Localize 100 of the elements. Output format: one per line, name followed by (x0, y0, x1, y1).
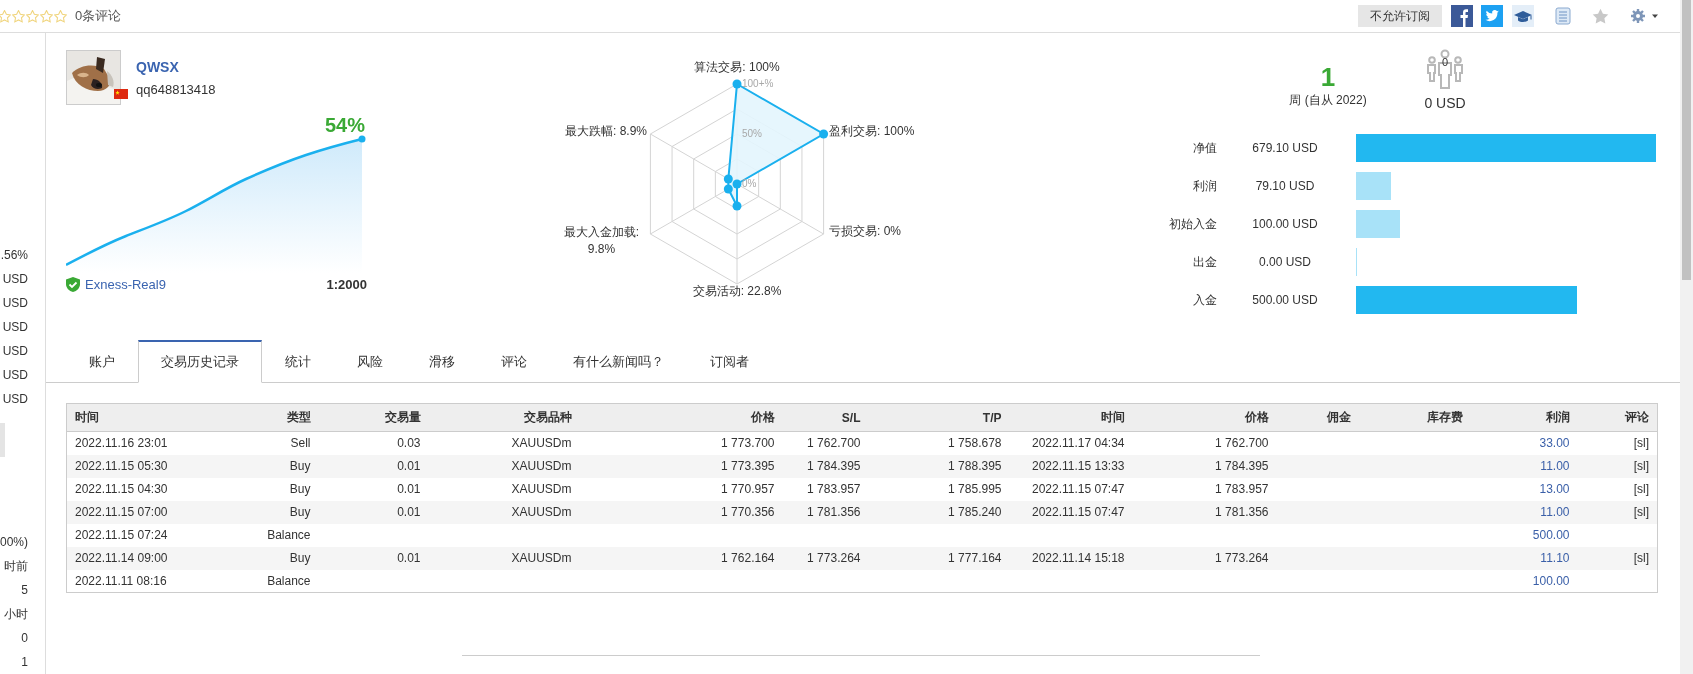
review-count[interactable]: 0条评论 (75, 7, 122, 25)
table-cell: 1 770.957 (579, 477, 783, 501)
tab[interactable]: 风险 (334, 340, 406, 383)
sidebar-value: 00%) (0, 534, 28, 551)
table-cell: 1 773.700 (579, 431, 783, 455)
sidebar-value: USD (1, 319, 28, 336)
table-cell: Buy (200, 454, 319, 478)
table-cell: 1 788.395 (868, 454, 1010, 478)
table-cell: 1 785.995 (868, 477, 1010, 501)
column-header: 价格 (579, 403, 783, 432)
table-cell: 2022.11.15 13:33 (1009, 454, 1133, 478)
weeks-count: 1 (1320, 62, 1336, 92)
table-cell: 11.00 (1470, 500, 1578, 524)
table-cell: 2022.11.15 07:47 (1009, 477, 1133, 501)
table-cell: 1 784.395 (782, 454, 869, 478)
table-cell: [sl] (1577, 431, 1658, 455)
table-cell: 2022.11.15 07:24 (66, 523, 201, 547)
tab[interactable]: 评论 (478, 340, 550, 383)
balance-label: 出金 (1192, 253, 1217, 271)
column-header: 利润 (1470, 403, 1578, 432)
balance-label: 初始入金 (1168, 215, 1217, 233)
table-cell: [sl] (1577, 546, 1658, 570)
scrollbar[interactable] (1680, 0, 1693, 674)
column-header: T/P (868, 403, 1010, 432)
tab[interactable]: 订阅者 (687, 340, 772, 383)
trader-name[interactable]: QWSX (136, 58, 179, 76)
funds-amount: 0 USD (1423, 95, 1467, 111)
tick-label: 50% (742, 127, 762, 141)
balance-value: 0.00 USD (1258, 255, 1312, 269)
column-header: 交易品种 (428, 403, 580, 432)
table-cell: 0.01 (318, 477, 429, 501)
star-icon (12, 9, 25, 23)
table-cell: XAUUSDm (428, 477, 580, 501)
scrollbar-thumb[interactable] (1682, 0, 1691, 280)
table-cell: 0.03 (318, 431, 429, 455)
table-cell: 0.01 (318, 546, 429, 570)
column-header: 时间 (1009, 403, 1133, 432)
tab[interactable]: 有什么新闻吗？ (550, 340, 687, 383)
table-cell: 1 758.678 (868, 431, 1010, 455)
table-cell: XAUUSDm (428, 546, 580, 570)
table-cell: 2022.11.14 09:00 (66, 546, 201, 570)
subscribe-button[interactable]: 不允许订阅 (1358, 5, 1442, 27)
star-icon (40, 9, 53, 23)
graduation-cap-icon[interactable] (1512, 5, 1534, 27)
document-stack-icon[interactable] (1555, 7, 1571, 25)
column-header: S/L (782, 403, 869, 432)
star-icon (0, 9, 11, 23)
table-cell: 11.00 (1470, 454, 1578, 478)
table-cell: 1 784.395 (1132, 454, 1277, 478)
table-cell: 500.00 (1470, 523, 1578, 547)
balance-value: 100.00 USD (1251, 217, 1319, 231)
twitter-icon[interactable] (1481, 5, 1503, 27)
table-cell: 0.01 (318, 500, 429, 524)
tick-label: 0% (742, 177, 757, 191)
table-cell: Buy (200, 500, 319, 524)
tab[interactable]: 账户 (66, 340, 138, 383)
balance-value: 500.00 USD (1251, 293, 1319, 307)
table-cell: 1 762.164 (579, 546, 783, 570)
sidebar-value: .56% (0, 247, 28, 264)
balance-label: 利润 (1192, 177, 1217, 195)
table-cell: 2022.11.15 07:47 (1009, 500, 1133, 524)
sidebar-value: USD (1, 343, 28, 360)
table-cell: 1 773.264 (782, 546, 869, 570)
table-cell: Balance (200, 569, 319, 593)
table-cell: 2022.11.15 07:00 (66, 500, 201, 524)
column-header: 评论 (1577, 403, 1658, 432)
sidebar-value: 5 (20, 582, 28, 599)
table-cell: 1 783.957 (1132, 477, 1277, 501)
column-header: 佣金 (1276, 403, 1359, 432)
column-header: 价格 (1132, 403, 1277, 432)
table-cell: 0.01 (318, 454, 429, 478)
column-header: 类型 (200, 403, 319, 432)
weeks-label: 周 (自从 2022) (1288, 92, 1368, 108)
table-cell: [sl] (1577, 500, 1658, 524)
growth-percent: 54% (324, 113, 365, 137)
axis-label: 算法交易: 100% (694, 60, 780, 74)
table-cell: XAUUSDm (428, 500, 580, 524)
server-link[interactable]: Exness-Real9 (85, 277, 166, 292)
people-icon (1425, 49, 1465, 89)
flag-icon (114, 89, 128, 99)
table-cell: 33.00 (1470, 431, 1578, 455)
balance-label: 净值 (1192, 139, 1217, 157)
sidebar-value: USD (1, 271, 28, 288)
sidebar-value: 小时 (3, 606, 28, 623)
table-cell: Balance (200, 523, 319, 547)
table-cell: [sl] (1577, 477, 1658, 501)
facebook-icon[interactable] (1451, 5, 1473, 27)
panel-edge (0, 423, 5, 457)
star-icon[interactable] (1592, 7, 1609, 25)
table-cell: 2022.11.11 08:16 (66, 569, 201, 593)
axis-label: 亏损交易: 0% (829, 224, 901, 238)
tab[interactable]: 滑移 (406, 340, 478, 383)
table-cell: 2022.11.14 15:18 (1009, 546, 1133, 570)
table-cell: 1 773.395 (579, 454, 783, 478)
settings-icon[interactable] (1630, 8, 1660, 24)
sidebar-value: USD (1, 391, 28, 408)
table-cell: 1 785.240 (868, 500, 1010, 524)
tab[interactable]: 交易历史记录 (138, 340, 262, 383)
table-cell: 2022.11.17 04:34 (1009, 431, 1133, 455)
tab[interactable]: 统计 (262, 340, 334, 383)
